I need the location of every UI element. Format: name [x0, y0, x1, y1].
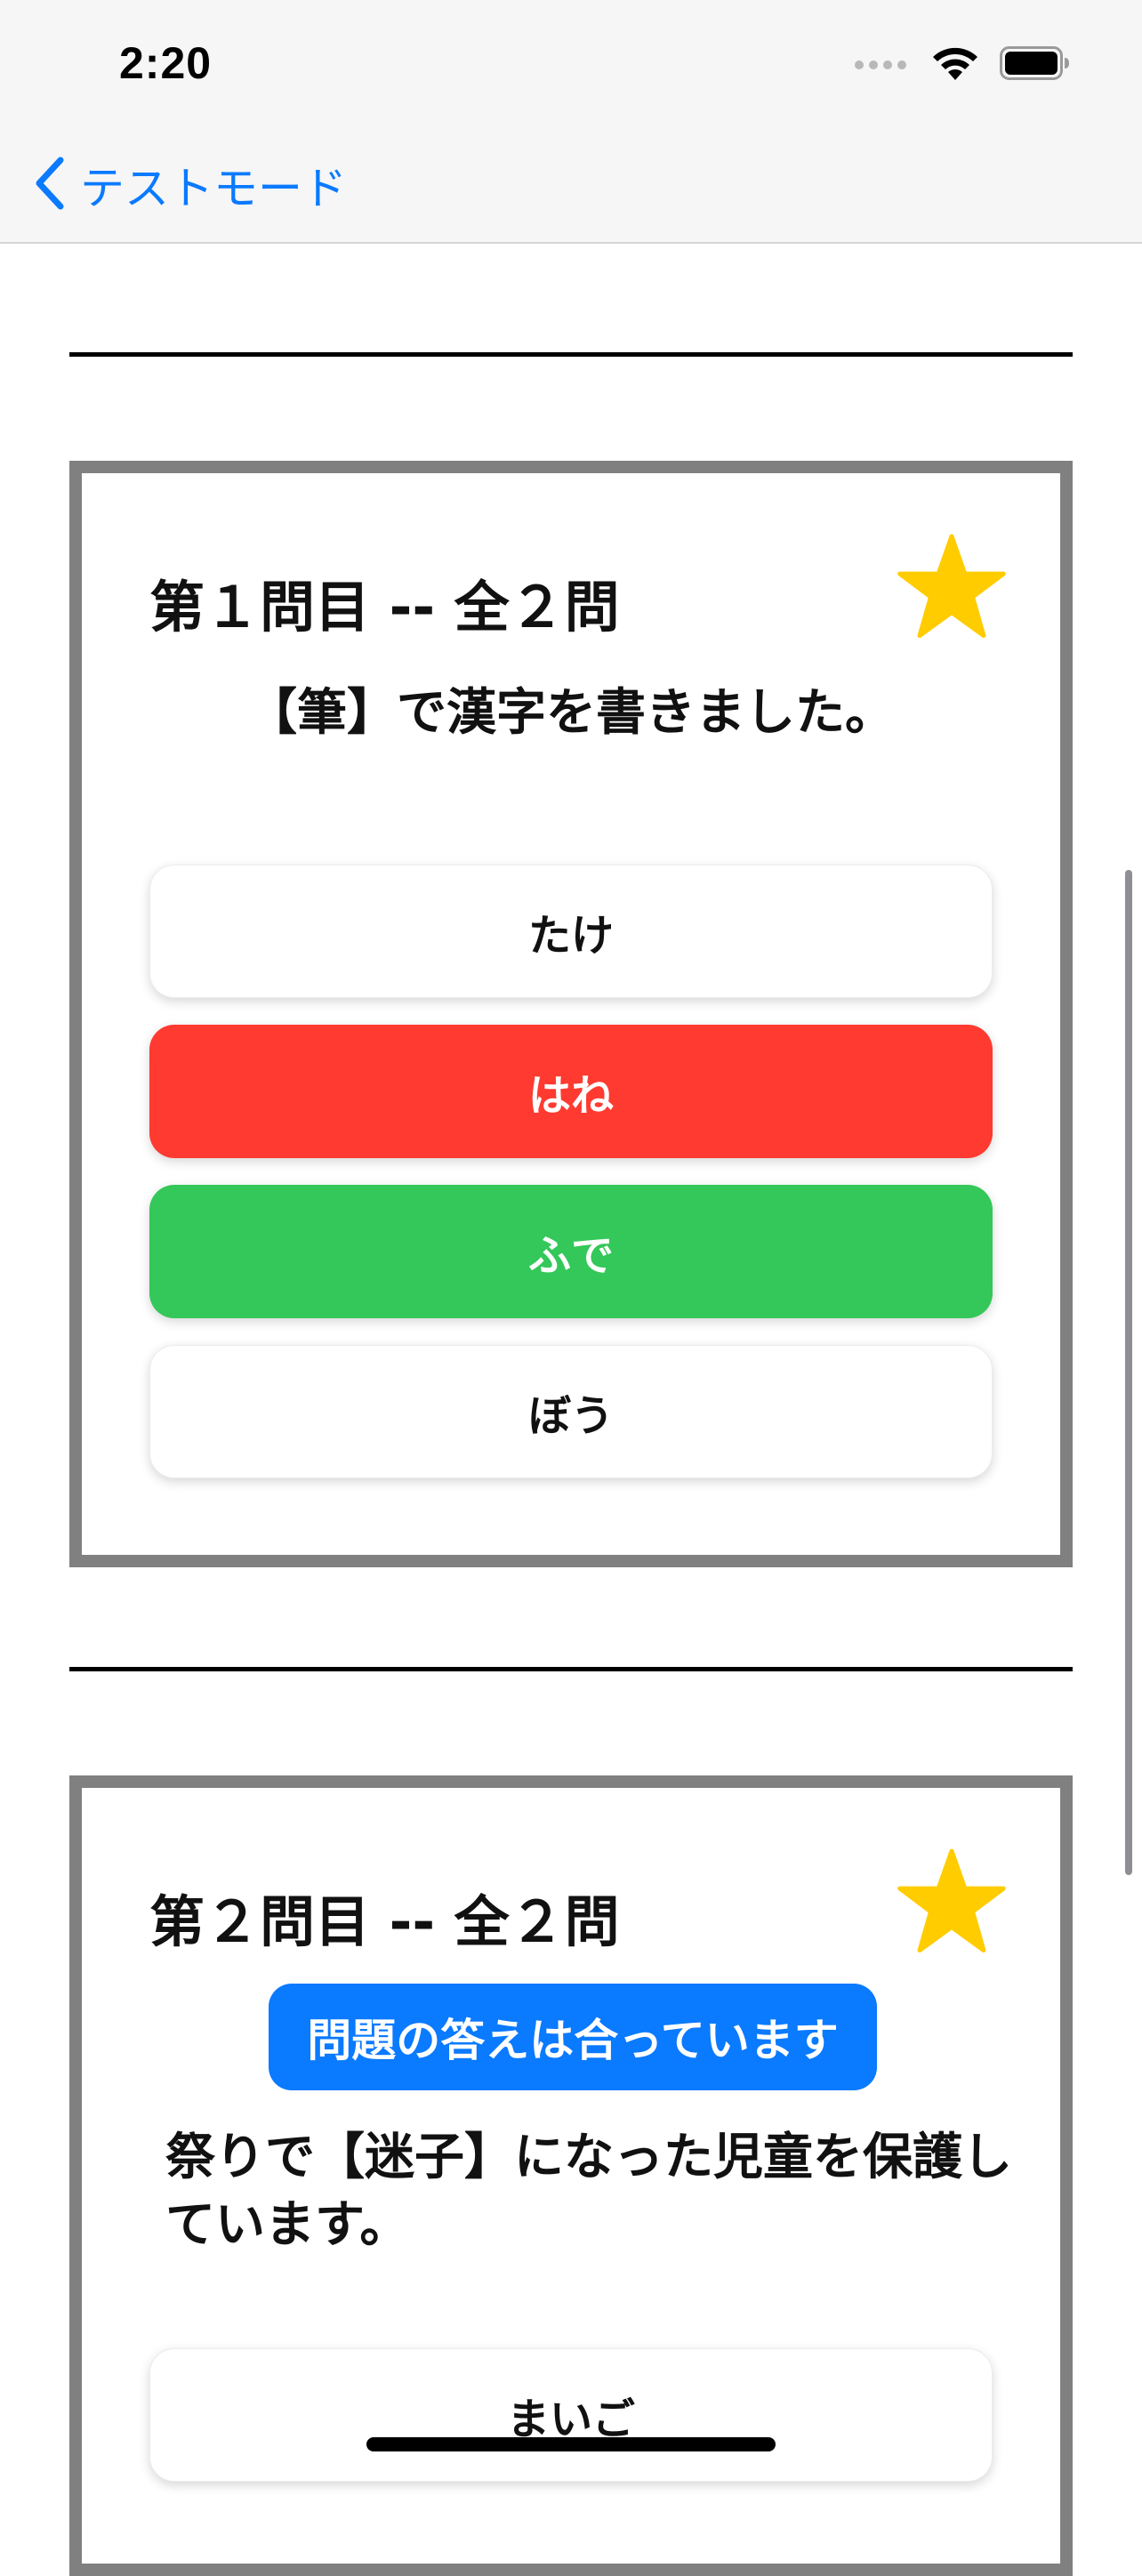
signal-dots-icon — [854, 57, 911, 74]
scroll-indicator[interactable] — [1125, 870, 1132, 1875]
back-button[interactable]: テストモード — [32, 153, 347, 217]
home-indicator[interactable] — [366, 2437, 776, 2451]
star-icon[interactable] — [897, 532, 1007, 642]
choice-button[interactable]: ぼう — [149, 1345, 993, 1478]
question-card-2: 第２問目 -- 全２問 問題の答えは合っています 祭りで【迷子】になった児童を保… — [69, 1775, 1073, 2576]
divider — [69, 1667, 1073, 1671]
navigation-bar: テストモード — [0, 133, 1142, 244]
battery-icon — [1000, 46, 1071, 84]
question-list[interactable]: 第１問目 -- 全２問 【筆】で漢字を書きました。 たけ はね ふで ぼう 第２… — [0, 244, 1142, 2576]
question-text: 祭りで【迷子】になった児童を保護しています。 — [165, 2129, 1012, 2254]
wifi-icon — [930, 44, 980, 85]
choice-button-wrong[interactable]: はね — [149, 1025, 993, 1158]
choice-button-correct[interactable]: ふで — [149, 1185, 993, 1318]
star-icon[interactable] — [897, 1847, 1007, 1957]
answer-correct-badge: 問題の答えは合っています — [269, 1984, 877, 2090]
status-bar: 2:20 — [0, 0, 1142, 133]
question-card-1: 第１問目 -- 全２問 【筆】で漢字を書きました。 たけ はね ふで ぼう — [69, 461, 1073, 1567]
back-label: テストモード — [80, 163, 347, 214]
status-time: 2:20 — [119, 38, 213, 88]
chevron-left-icon — [32, 155, 68, 215]
choice-button[interactable]: たけ — [149, 865, 993, 998]
question-header: 第２問目 -- 全２問 — [149, 1889, 620, 1954]
status-icons — [854, 44, 1071, 85]
question-header: 第１問目 -- 全２問 — [149, 575, 620, 640]
divider — [69, 352, 1073, 357]
question-text: 【筆】で漢字を書きました。 — [247, 684, 895, 742]
choice-button[interactable]: まいご — [149, 2348, 993, 2482]
